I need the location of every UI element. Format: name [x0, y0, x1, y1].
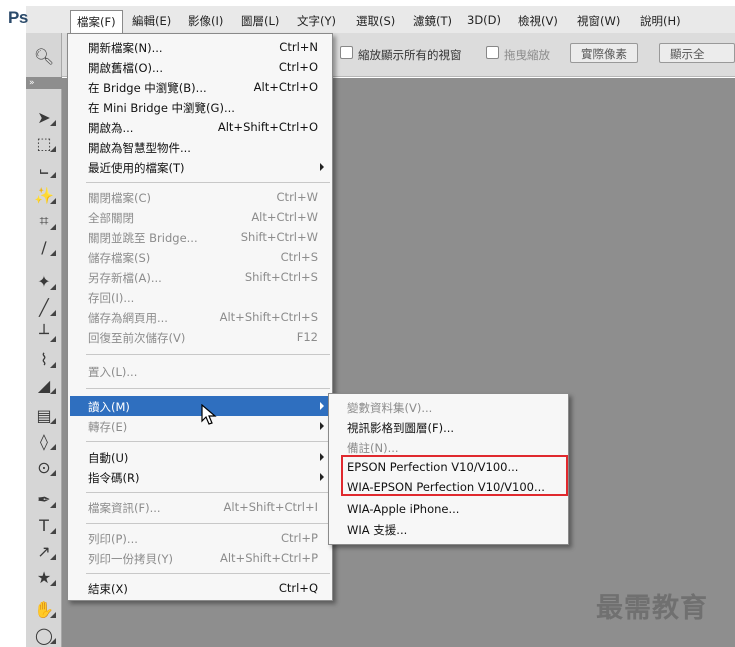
menu-item-open-as[interactable]: 開啟為... Alt+Shift+Ctrl+O — [88, 117, 318, 137]
crop-tool-icon[interactable]: ⌗ — [30, 210, 58, 232]
submenu-arrow-icon — [320, 163, 324, 171]
menu-image[interactable]: 影像(I) — [188, 13, 223, 29]
history-brush-tool-icon[interactable]: ⌇ — [30, 348, 58, 370]
submenu-arrow-icon — [320, 453, 324, 461]
quick-select-tool-icon[interactable]: ✨ — [30, 184, 58, 206]
menu-view[interactable]: 檢視(V) — [518, 13, 558, 29]
menu-select[interactable]: 選取(S) — [356, 13, 395, 29]
menu-item-save-as[interactable]: 另存新檔(A)... Shift+Ctrl+S — [88, 267, 318, 287]
path-select-tool-icon[interactable]: ↗ — [30, 540, 58, 562]
menu-help[interactable]: 說明(H) — [640, 13, 681, 29]
submenu-item-variable-data-sets[interactable]: 變數資料集(V)... — [347, 400, 432, 416]
photoshop-logo: Ps — [8, 8, 28, 27]
zoom-all-windows-label: 縮放顯示所有的視窗 — [358, 48, 462, 62]
eyedropper-tool-icon[interactable]: ∕ — [30, 236, 58, 258]
clone-stamp-tool-icon[interactable]: ┴ — [30, 322, 58, 344]
menu-separator — [86, 523, 330, 524]
hand-tool-icon[interactable]: ✋ — [30, 598, 58, 620]
submenu-item-wia-apple-iphone[interactable]: WIA-Apple iPhone... — [347, 502, 459, 516]
submenu-item-video-frames-to-layers[interactable]: 視訊影格到圖層(F)... — [347, 420, 454, 436]
menu-item-revert[interactable]: 回復至前次儲存(V) F12 — [88, 327, 318, 347]
actual-pixels-button[interactable]: 實際像素 — [570, 43, 638, 63]
watermark-text: 最需教育 — [596, 593, 708, 624]
menu-window[interactable]: 視窗(W) — [577, 13, 620, 29]
menu-item-place[interactable]: 置入(L)... — [88, 361, 318, 381]
menu-item-save-for-web[interactable]: 儲存為網頁用... Alt+Shift+Ctrl+S — [88, 307, 318, 327]
annotation-highlight-box — [341, 455, 568, 496]
menu-item-print-one-copy[interactable]: 列印一份拷貝(Y) Alt+Shift+Ctrl+P — [88, 548, 318, 568]
menu-item-file-info[interactable]: 檔案資訊(F)... Alt+Shift+Ctrl+I — [88, 497, 318, 517]
submenu-item-notes[interactable]: 備註(N)... — [347, 440, 399, 456]
pen-tool-icon[interactable]: ✒ — [30, 488, 58, 510]
brush-tool-icon[interactable]: ╱ — [30, 296, 58, 318]
scrubby-zoom-label: 拖曳縮放 — [504, 48, 550, 62]
menu-separator — [86, 441, 330, 442]
menu-item-print[interactable]: 列印(P)... Ctrl+P — [88, 528, 318, 548]
menu-item-exit[interactable]: 結束(X) Ctrl+Q — [88, 578, 318, 598]
marquee-tool-icon[interactable]: ⬚ — [30, 132, 58, 154]
menu-edit[interactable]: 編輯(E) — [132, 13, 171, 29]
gradient-tool-icon[interactable]: ▤ — [30, 404, 58, 426]
menu-item-check-in[interactable]: 存回(I)... — [88, 287, 318, 307]
healing-brush-tool-icon[interactable]: ✦ — [30, 270, 58, 292]
submenu-arrow-icon — [320, 422, 324, 430]
submenu-item-wia-support[interactable]: WIA 支援... — [347, 522, 407, 538]
menu-layer[interactable]: 圖層(L) — [241, 13, 279, 29]
menu-separator — [86, 354, 330, 355]
menu-item-new[interactable]: 開新檔案(N)... Ctrl+N — [88, 37, 318, 57]
menu-item-close-all[interactable]: 全部關閉 Alt+Ctrl+W — [88, 207, 318, 227]
fit-screen-button[interactable]: 顯示全 — [659, 43, 735, 63]
eraser-tool-icon[interactable]: ◢ — [30, 374, 58, 396]
menu-item-recent-files[interactable]: 最近使用的檔案(T) — [88, 157, 324, 177]
shape-tool-icon[interactable]: ★ — [30, 566, 58, 588]
menu-separator — [86, 388, 330, 389]
menu-filter[interactable]: 濾鏡(T) — [413, 13, 452, 29]
menu-item-open[interactable]: 開啟舊檔(O)... Ctrl+O — [88, 57, 318, 77]
move-tool-icon[interactable]: ➤ — [30, 106, 58, 128]
menu-3d[interactable]: 3D(D) — [467, 13, 501, 27]
zoom-all-windows-checkbox[interactable] — [340, 46, 353, 59]
zoom-tool-icon[interactable]: 🔍︎ — [28, 42, 60, 70]
dodge-tool-icon[interactable]: ⊙ — [30, 456, 58, 478]
menu-separator — [86, 182, 330, 183]
submenu-arrow-icon — [320, 473, 324, 481]
zoom-tool-bottom-icon[interactable]: ◯ — [30, 624, 58, 646]
submenu-arrow-icon — [320, 402, 324, 410]
lasso-tool-icon[interactable]: ⨽ — [30, 158, 58, 180]
menu-item-save[interactable]: 儲存檔案(S) Ctrl+S — [88, 247, 318, 267]
collapse-tools-icon[interactable]: » — [26, 77, 62, 89]
menu-item-scripts[interactable]: 指令碼(R) — [88, 467, 324, 487]
menu-item-browse-bridge[interactable]: 在 Bridge 中瀏覽(B)... Alt+Ctrl+O — [88, 77, 318, 97]
menu-file[interactable]: 檔案(F) — [70, 10, 123, 33]
menu-separator — [86, 573, 330, 574]
menu-separator — [86, 492, 330, 493]
mouse-cursor-icon — [201, 404, 217, 425]
menu-item-browse-mini-bridge[interactable]: 在 Mini Bridge 中瀏覽(G)... — [88, 97, 318, 117]
blur-tool-icon[interactable]: ◊ — [30, 430, 58, 452]
scrubby-zoom-checkbox[interactable] — [486, 46, 499, 59]
menu-item-automate[interactable]: 自動(U) — [88, 447, 324, 467]
menu-item-open-smart-object[interactable]: 開啟為智慧型物件... — [88, 137, 318, 157]
type-tool-icon[interactable]: T — [30, 514, 58, 536]
menu-type[interactable]: 文字(Y) — [297, 13, 336, 29]
menu-item-close-go-bridge[interactable]: 關閉並跳至 Bridge... Shift+Ctrl+W — [88, 227, 318, 247]
menu-item-close[interactable]: 關閉檔案(C) Ctrl+W — [88, 187, 318, 207]
